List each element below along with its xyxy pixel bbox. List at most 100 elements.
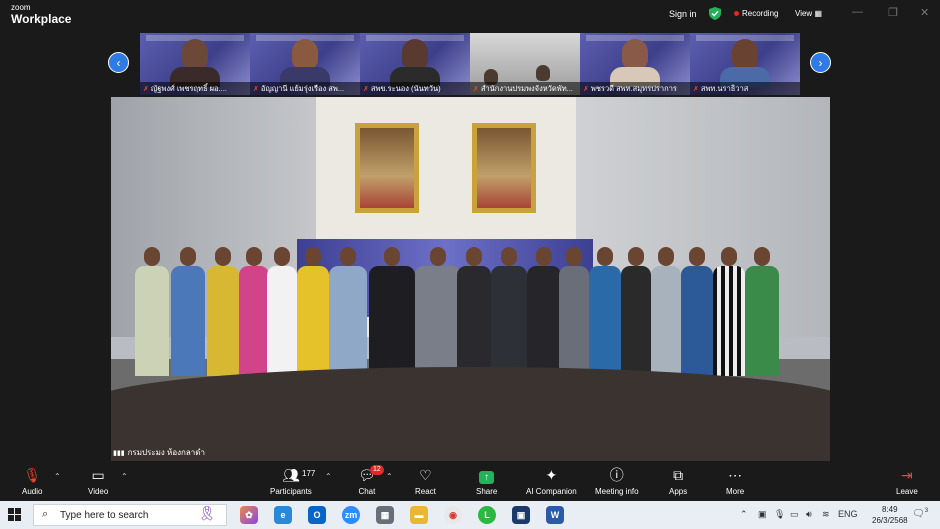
group-person — [415, 247, 461, 376]
participant-name-bar: ✗ สพท.นราธิวาส — [690, 82, 800, 95]
logo-workplace-text: Workplace — [11, 12, 72, 26]
group-person — [171, 247, 205, 376]
zoom-app-icon[interactable]: zm — [342, 506, 360, 524]
chat-unread-badge: 12 — [370, 465, 384, 475]
participants-options-caret-icon[interactable]: ⌃ — [325, 472, 332, 481]
participant-face — [292, 39, 318, 69]
view-label: View — [795, 9, 813, 18]
apps-button[interactable]: ⧉ Apps — [669, 467, 687, 496]
chat-options-caret-icon[interactable]: ⌃ — [386, 472, 393, 481]
title-bar: zoom Workplace Sign in Recording View ▦ … — [0, 0, 940, 30]
search-placeholder: Type here to search — [60, 510, 149, 521]
clock-date: 26/3/2568 — [872, 516, 908, 525]
portrait-frame — [472, 123, 536, 213]
copilot-icon[interactable]: ✿ — [240, 506, 258, 524]
line-app-icon[interactable]: L — [478, 506, 496, 524]
share-screen-icon: ↑ — [476, 467, 497, 485]
recording-dot-icon — [734, 11, 739, 17]
minimize-icon[interactable]: — — [852, 6, 863, 18]
group-person — [651, 247, 681, 376]
windows-start-icon[interactable] — [8, 508, 22, 522]
audio-options-caret-icon[interactable]: ⌃ — [54, 472, 61, 481]
chrome-icon[interactable]: ◉ — [444, 506, 462, 524]
participant-name-bar: ✗ สำนักงานปรมพงจังหวัดพัท... — [470, 82, 580, 95]
participant-tile[interactable]: ✗ พชรวดี สพท.สมุทรปราการ — [580, 33, 690, 95]
muted-mic-icon: ✗ — [253, 86, 259, 93]
video-options-caret-icon[interactable]: ⌃ — [121, 472, 128, 481]
notifications-icon[interactable]: 🗨︎3 — [912, 508, 928, 519]
share-button[interactable]: ↑ Share — [476, 467, 497, 496]
portrait-frame — [355, 123, 419, 213]
next-page-button[interactable]: › — [810, 52, 831, 73]
meeting-info-label: Meeting info — [595, 487, 639, 496]
show-hidden-icons-icon[interactable]: ⌃ — [740, 509, 748, 520]
leave-label: Leave — [896, 487, 918, 496]
speaker-name: กรมประมง ห้องกลาดำ — [127, 448, 205, 457]
participant-face — [536, 65, 550, 81]
sparkle-icon: ✦ — [545, 467, 558, 483]
clock-time: 8:49 — [882, 505, 898, 514]
group-person — [745, 247, 779, 376]
previous-page-button[interactable]: ‹ — [108, 52, 129, 73]
outlook-icon[interactable]: O — [308, 506, 326, 524]
language-indicator[interactable]: ENG — [838, 509, 858, 519]
video-app-icon[interactable]: ▣ — [512, 506, 530, 524]
group-person — [369, 247, 415, 376]
notification-count: 3 — [924, 508, 929, 514]
signal-bars-icon: ▮▮▮ — [113, 450, 125, 457]
group-person — [713, 247, 745, 376]
info-icon: ⓘ — [609, 467, 624, 483]
microphone-tray-icon[interactable]: 🎙︎ — [774, 509, 785, 520]
muted-mic-icon: ✗ — [363, 86, 369, 93]
security-shield-icon[interactable] — [709, 7, 721, 20]
participant-tile[interactable]: ✗ สพข.ระนอง (นันทวัน) — [360, 33, 470, 95]
share-label: Share — [476, 487, 498, 496]
view-button[interactable]: View ▦ — [795, 9, 822, 18]
more-button[interactable]: ⋯ More — [726, 467, 744, 496]
leave-door-icon: ⇥ — [901, 467, 913, 483]
participant-face — [732, 39, 758, 69]
audio-button[interactable]: 🎙︎ Audio — [22, 467, 42, 496]
participant-name: สพท.นราธิวาส — [700, 84, 749, 93]
participant-tile[interactable]: ✗ สพท.นราธิวาส — [690, 33, 800, 95]
participant-tile[interactable]: ✗ ญัฐพงศ์ เพชรฤทธิ์ ผอ.... — [140, 33, 250, 95]
muted-mic-icon: ✗ — [583, 86, 589, 93]
chat-label: Chat — [358, 487, 376, 496]
battery-icon[interactable]: ▭ — [790, 509, 799, 520]
participant-tile[interactable]: ✗ อัญญานี แย้มรุ่งเรือง สพ... — [250, 33, 360, 95]
group-person — [491, 247, 527, 376]
apps-label: Apps — [669, 487, 688, 496]
conference-table — [111, 367, 830, 461]
react-button[interactable]: ♡ React — [415, 467, 436, 496]
meeting-toolbar — [0, 461, 940, 501]
more-dots-icon: ⋯ — [728, 467, 743, 483]
participant-face — [622, 39, 648, 69]
recording-indicator[interactable]: Recording — [734, 9, 778, 18]
restore-icon[interactable]: ❐ — [888, 6, 898, 19]
word-icon[interactable]: W — [546, 506, 564, 524]
ai-companion-button[interactable]: ✦ AI Companion — [526, 467, 577, 496]
calculator-icon[interactable]: ▦ — [376, 506, 394, 524]
camera-tray-icon[interactable]: ▣ — [758, 509, 767, 520]
participant-tile[interactable]: ✗ สำนักงานปรมพงจังหวัดพัท... — [470, 33, 580, 95]
leave-button[interactable]: ⇥ Leave — [896, 467, 918, 496]
sign-in-link[interactable]: Sign in — [669, 9, 697, 19]
group-person — [681, 247, 713, 376]
group-person — [239, 247, 269, 376]
meeting-info-button[interactable]: ⓘ Meeting info — [595, 467, 639, 496]
awareness-ribbon-icon[interactable]: 🎗︎ — [198, 505, 216, 522]
participant-name: สำนักงานปรมพงจังหวัดพัท... — [480, 84, 573, 93]
file-explorer-icon[interactable]: ▬ — [410, 506, 428, 524]
edge-browser-icon[interactable]: e — [274, 506, 292, 524]
heart-icon: ♡ — [419, 467, 432, 483]
participant-name-bar: ✗ ญัฐพงศ์ เพชรฤทธิ์ ผอ.... — [140, 82, 250, 95]
main-video[interactable]: ▮▮▮ กรมประมง ห้องกลาดำ — [111, 97, 830, 461]
video-button[interactable]: ▭ Video — [88, 467, 108, 496]
participant-name: อัญญานี แย้มรุ่งเรือง สพ... — [260, 84, 345, 93]
participant-name-bar: ✗ พชรวดี สพท.สมุทรปราการ — [580, 82, 690, 95]
volume-icon[interactable]: 🔊︎ — [806, 509, 812, 520]
search-icon: ⌕ — [42, 508, 49, 520]
close-icon[interactable]: ✕ — [920, 6, 929, 19]
wifi-icon[interactable]: ≋ — [822, 509, 830, 520]
system-clock[interactable]: 8:49 26/3/2568 — [872, 504, 908, 526]
